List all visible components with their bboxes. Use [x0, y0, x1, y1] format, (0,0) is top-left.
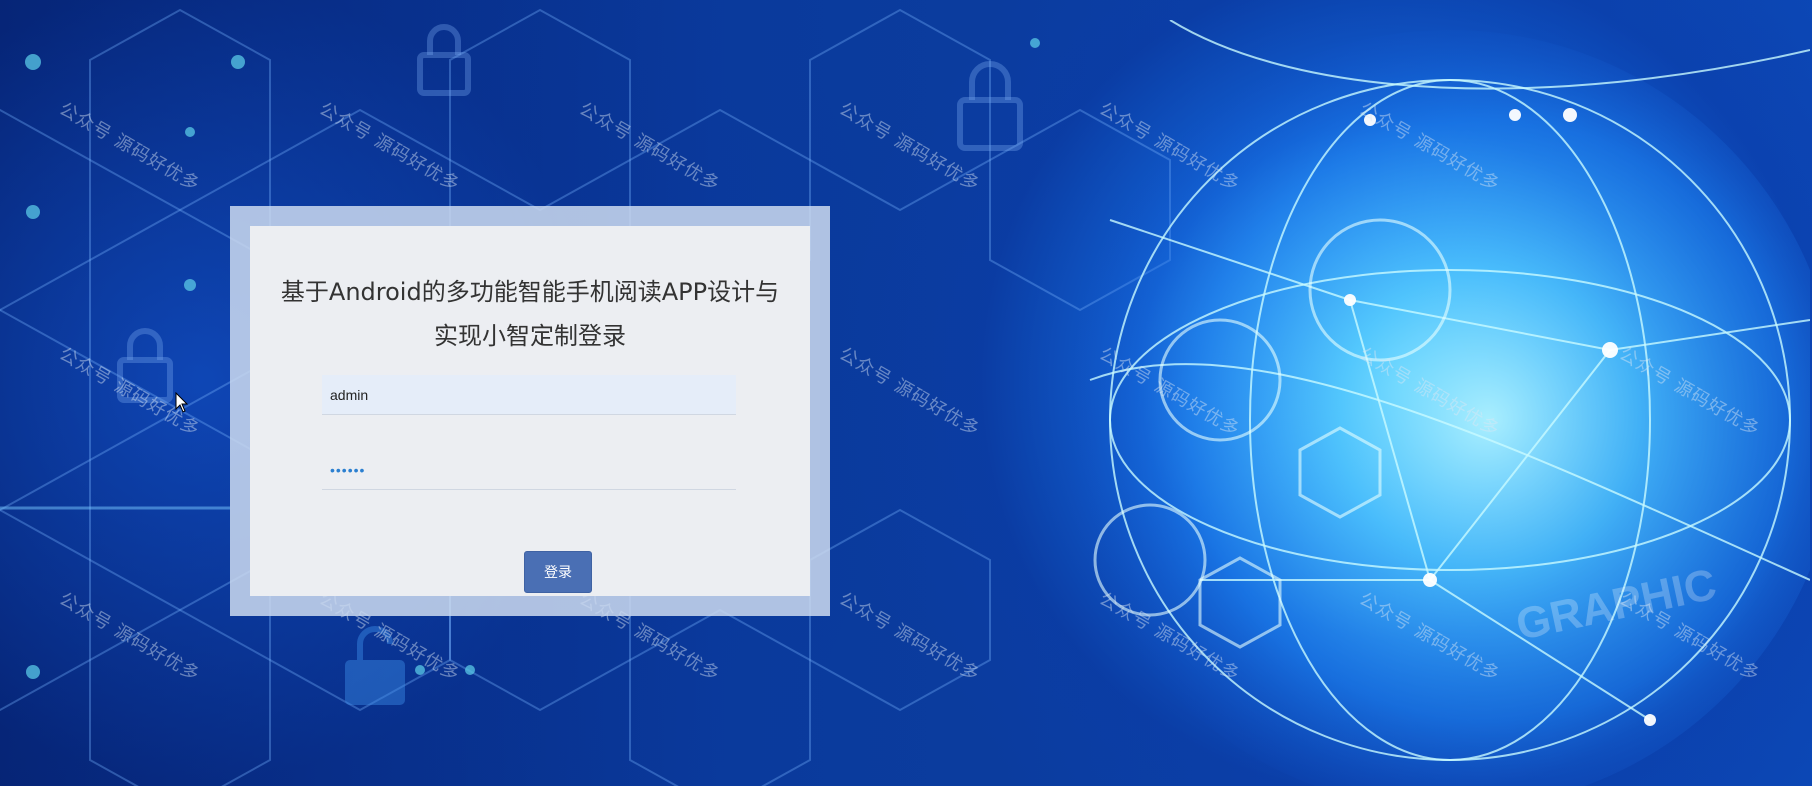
login-title: 基于Android的多功能智能手机阅读APP设计与实现小智定制登录 [280, 278, 780, 350]
login-card-frame: 基于Android的多功能智能手机阅读APP设计与实现小智定制登录 登录 [230, 206, 830, 616]
password-input[interactable] [322, 450, 736, 490]
mouse-cursor-icon [175, 392, 189, 413]
background: GRAPHIC 公众号 源码好优多 公众号 源码好优多 公众号 源码好优多 公众… [0, 0, 1812, 786]
login-button[interactable]: 登录 [524, 551, 592, 593]
login-form: 基于Android的多功能智能手机阅读APP设计与实现小智定制登录 登录 [250, 226, 810, 596]
username-input[interactable] [322, 375, 736, 415]
